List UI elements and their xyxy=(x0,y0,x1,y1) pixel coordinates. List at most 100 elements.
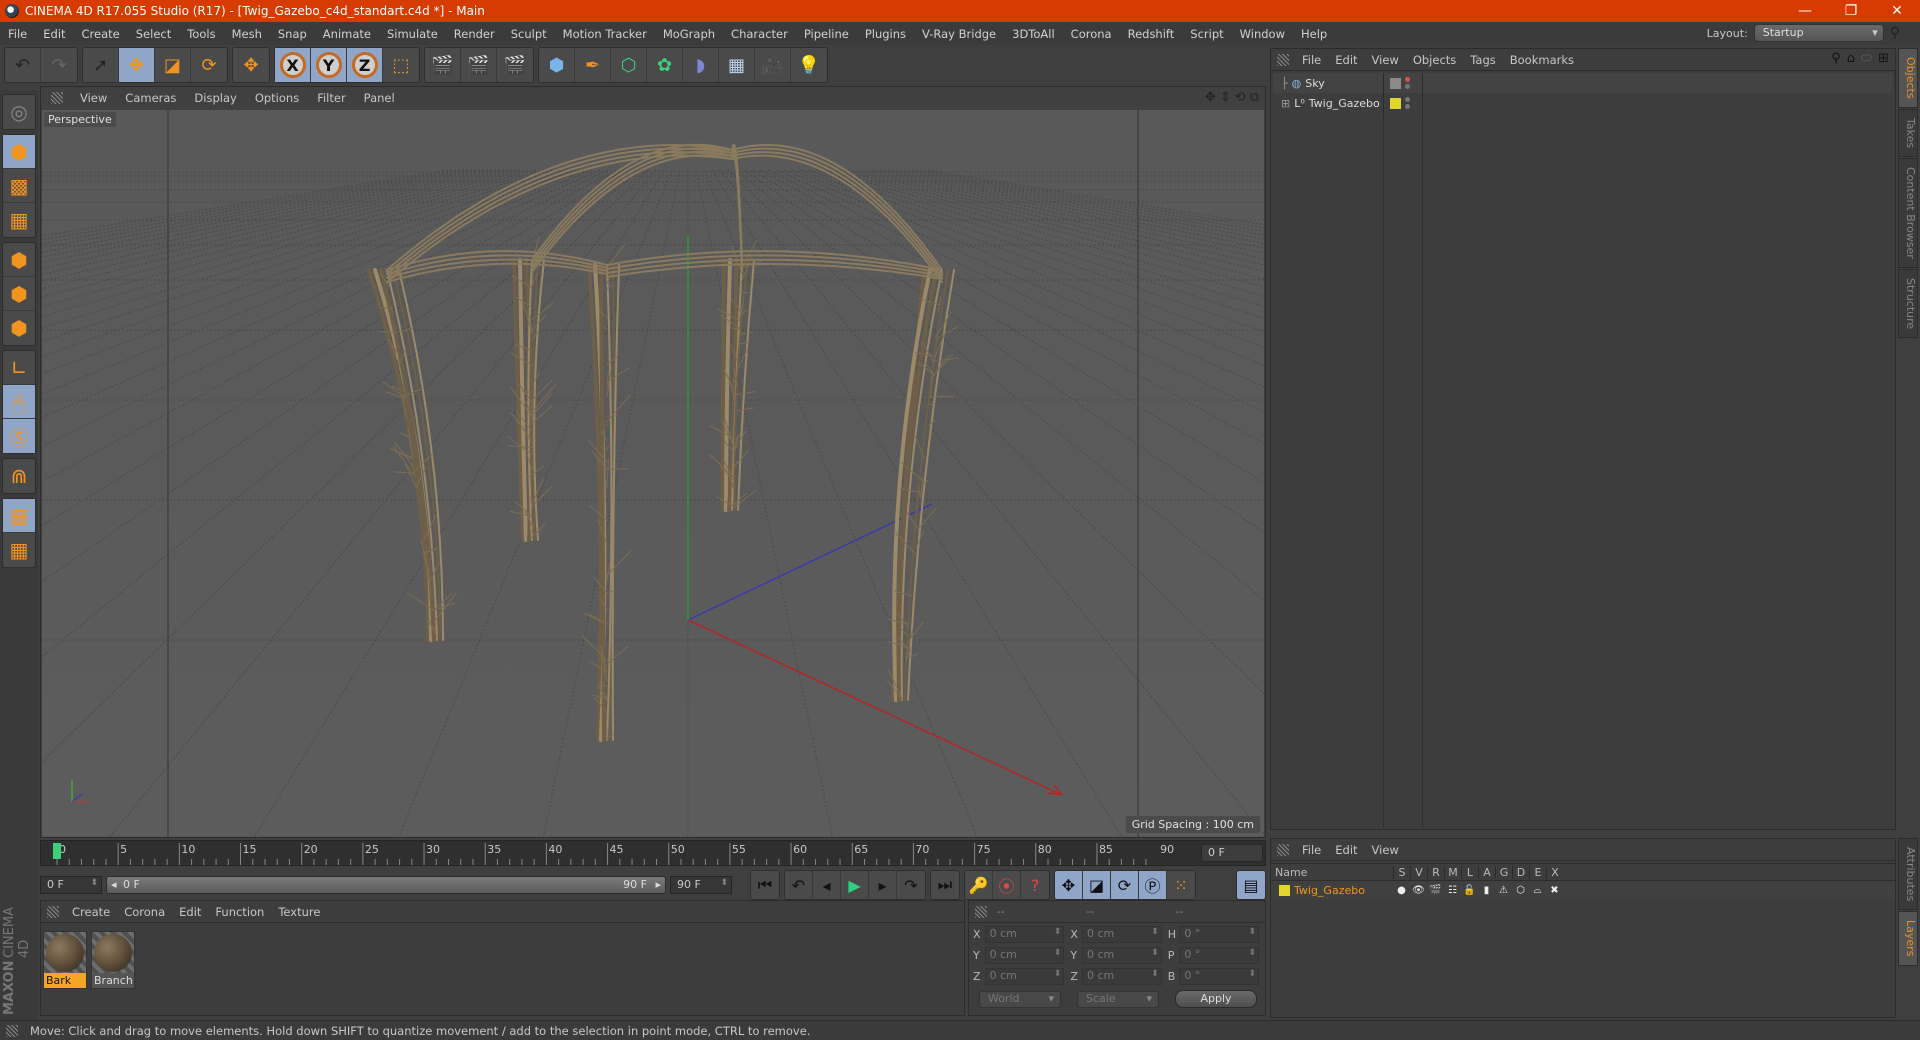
menu-sculpt[interactable]: Sculpt xyxy=(503,27,555,41)
scale-button[interactable]: ◪ xyxy=(155,48,191,82)
tab-structure[interactable]: Structure xyxy=(1898,268,1918,338)
close-button[interactable]: ✕ xyxy=(1874,3,1920,19)
cube-button[interactable]: ⬢ xyxy=(539,48,575,82)
material-swatch-branch[interactable]: Branch xyxy=(91,931,135,989)
layer-animation-toggle-icon[interactable]: ▮ xyxy=(1478,885,1495,896)
key-rotation-icon[interactable]: ⟳ xyxy=(1111,871,1139,899)
key-position-icon[interactable]: ✥ xyxy=(1055,871,1083,899)
frame-range-slider[interactable]: ◂ 0 F 90 F ▸ xyxy=(106,876,666,894)
go-to-start-icon[interactable]: ⏮ xyxy=(751,871,779,899)
size-mode-dropdown[interactable]: Scale xyxy=(1077,990,1159,1008)
coordinate-system-button[interactable]: ⬚ xyxy=(383,48,419,82)
panel-grip[interactable] xyxy=(6,1024,18,1037)
edges-mode-button[interactable]: ⬢ xyxy=(3,277,35,311)
current-frame-field[interactable]: 0 F xyxy=(1201,844,1263,862)
texture-mode-button[interactable]: ▩ xyxy=(3,169,35,203)
zoom-view-icon[interactable]: ⇕ xyxy=(1220,90,1231,105)
key-pla-icon[interactable]: ⁙ xyxy=(1167,871,1195,899)
solo-mode-button[interactable]: Ⓢ xyxy=(3,419,35,453)
tab-takes[interactable]: Takes xyxy=(1898,108,1918,157)
polygons-mode-button[interactable]: ⬢ xyxy=(3,311,35,345)
layer-column-g[interactable]: G xyxy=(1495,865,1512,879)
snap-magnet-button[interactable]: ⋒ xyxy=(3,459,35,493)
render-view-button[interactable]: 🎬 xyxy=(425,48,461,82)
layer-column-d[interactable]: D xyxy=(1512,865,1529,879)
menu-animate[interactable]: Animate xyxy=(315,27,379,41)
menu-edit[interactable]: Edit xyxy=(35,27,73,41)
next-frame-icon[interactable]: ▸ xyxy=(869,871,897,899)
z-axis-button[interactable]: Z xyxy=(347,48,383,82)
menu-v-ray-bridge[interactable]: V-Ray Bridge xyxy=(914,27,1004,41)
layer-name[interactable]: Twig_Gazebo xyxy=(1294,884,1365,897)
pen-spline-button[interactable]: ✒ xyxy=(575,48,611,82)
floor-button[interactable]: ▦ xyxy=(719,48,755,82)
object-row-twig-gazebo[interactable]: ⊞ L⁰ Twig_Gazebo xyxy=(1273,93,1893,113)
menu-select[interactable]: Select xyxy=(128,27,179,41)
menu-plugins[interactable]: Plugins xyxy=(857,27,914,41)
object-menu-bookmarks[interactable]: Bookmarks xyxy=(1503,53,1581,67)
minimize-button[interactable]: — xyxy=(1782,3,1828,19)
range-right-arrow-icon[interactable]: ▸ xyxy=(655,878,661,891)
redo-button[interactable]: ↷ xyxy=(41,48,77,82)
object-menu-view[interactable]: View xyxy=(1365,53,1406,67)
workplane-mode-button[interactable]: ▦ xyxy=(3,203,35,237)
tab-content-browser[interactable]: Content Browser xyxy=(1898,157,1918,268)
layer-menu-view[interactable]: View xyxy=(1365,843,1406,857)
menu-pipeline[interactable]: Pipeline xyxy=(796,27,857,41)
range-left-arrow-icon[interactable]: ◂ xyxy=(111,878,117,891)
rotation-h-field[interactable]: 0 ° xyxy=(1179,925,1260,943)
workplane-lock-button[interactable]: ▦ xyxy=(3,499,35,533)
live-selection-button[interactable]: ➚ xyxy=(83,48,119,82)
object-menu-objects[interactable]: Objects xyxy=(1406,53,1463,67)
tab-attributes[interactable]: Attributes xyxy=(1898,838,1918,911)
object-menu-file[interactable]: File xyxy=(1295,53,1328,67)
search-icon[interactable]: ⚲ xyxy=(1831,51,1841,66)
layer-xref-toggle-icon[interactable]: ✖ xyxy=(1546,885,1563,896)
menu-render[interactable]: Render xyxy=(446,27,503,41)
tab-layers[interactable]: Layers xyxy=(1898,911,1918,966)
viewport-menu-filter[interactable]: Filter xyxy=(308,91,354,105)
material-menu-corona[interactable]: Corona xyxy=(117,905,172,919)
layer-deformers-toggle-icon[interactable]: ⬡ xyxy=(1512,885,1529,896)
layer-color-swatch[interactable] xyxy=(1390,77,1401,89)
rotate-button[interactable]: ⟳ xyxy=(191,48,227,82)
next-key-icon[interactable]: ↷ xyxy=(897,871,925,899)
autokey-icon[interactable]: ? xyxy=(1021,871,1049,899)
start-frame-field[interactable]: 0 F xyxy=(40,876,102,894)
workplane-align-button[interactable]: ▦ xyxy=(3,533,35,567)
layer-menu-edit[interactable]: Edit xyxy=(1328,843,1364,857)
layer-column-x[interactable]: X xyxy=(1546,865,1563,879)
menu-snap[interactable]: Snap xyxy=(270,27,315,41)
new-window-icon[interactable]: ⊞ xyxy=(1878,51,1889,66)
object-menu-tags[interactable]: Tags xyxy=(1463,53,1502,67)
panel-grip[interactable] xyxy=(1277,53,1289,66)
viewport-menu-cameras[interactable]: Cameras xyxy=(116,91,185,105)
go-to-end-icon[interactable]: ⏭ xyxy=(931,871,959,899)
expand-icon[interactable]: ⊞ xyxy=(1281,97,1290,110)
layer-expressions-toggle-icon[interactable]: ⌓ xyxy=(1529,885,1546,896)
prev-frame-icon[interactable]: ◂ xyxy=(813,871,841,899)
panel-grip[interactable] xyxy=(47,905,59,918)
layer-column-s[interactable]: S xyxy=(1393,865,1410,879)
layer-column-v[interactable]: V xyxy=(1410,865,1427,879)
menu-corona[interactable]: Corona xyxy=(1063,27,1120,41)
menu-redshift[interactable]: Redshift xyxy=(1120,27,1183,41)
rotation-p-field[interactable]: 0 ° xyxy=(1179,946,1260,964)
layout-dropdown[interactable]: Startup xyxy=(1753,24,1884,42)
undo-button[interactable]: ↶ xyxy=(5,48,41,82)
layer-column-r[interactable]: R xyxy=(1427,865,1444,879)
menu-3dtoall[interactable]: 3DToAll xyxy=(1004,27,1063,41)
timeline-window-icon[interactable]: ▤ xyxy=(1237,871,1265,899)
cloner-button[interactable]: ✿ xyxy=(647,48,683,82)
layer-manager-toggle-icon[interactable]: ☷ xyxy=(1444,885,1461,896)
menu-mograph[interactable]: MoGraph xyxy=(655,27,723,41)
timeline-ruler[interactable]: 0 5 10 15 20 25 30 35 40 45 50 55 60 65 70 75 80 85 90 0 F xyxy=(40,840,1266,866)
viewport-menu-view[interactable]: View xyxy=(71,91,116,105)
visibility-dots[interactable] xyxy=(1405,97,1410,109)
menu-file[interactable]: File xyxy=(0,27,35,41)
layer-generators-toggle-icon[interactable]: ⚠ xyxy=(1495,885,1512,896)
apply-button[interactable]: Apply xyxy=(1175,990,1257,1008)
object-row-sky[interactable]: ├ ◍ Sky xyxy=(1273,73,1893,93)
camera-button[interactable]: 🎥 xyxy=(755,48,791,82)
menu-help[interactable]: Help xyxy=(1293,27,1335,41)
